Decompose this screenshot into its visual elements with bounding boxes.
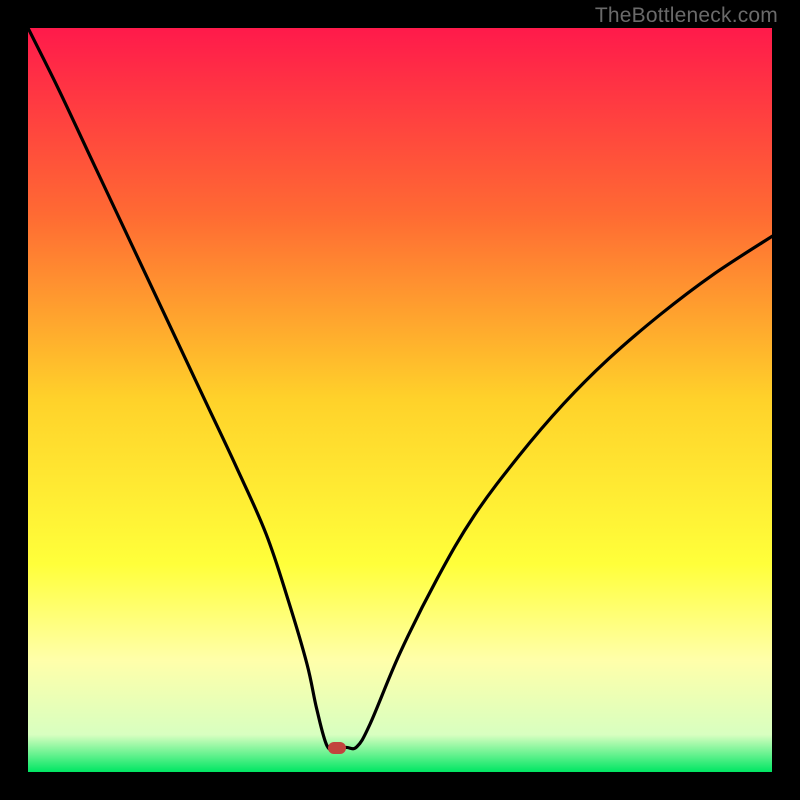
gradient-background xyxy=(28,28,772,772)
plot-area xyxy=(28,28,772,772)
plot-svg xyxy=(28,28,772,772)
optimum-marker xyxy=(328,742,346,754)
chart-frame: TheBottleneck.com xyxy=(0,0,800,800)
watermark-text: TheBottleneck.com xyxy=(595,4,778,28)
